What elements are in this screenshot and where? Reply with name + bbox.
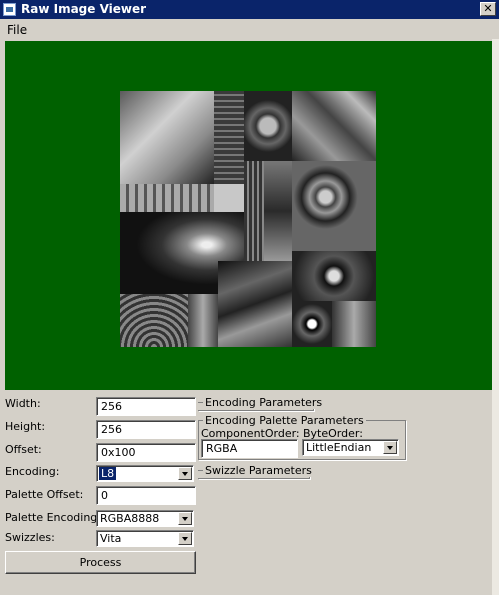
window-edge: [492, 39, 499, 595]
encoding-params-legend: Encoding Parameters: [203, 396, 325, 409]
encoding-label: Encoding:: [5, 465, 60, 478]
byte-order-select[interactable]: LittleEndian: [302, 439, 399, 456]
swizzle-params-legend: Swizzle Parameters: [203, 464, 314, 477]
offset-input[interactable]: 0x100: [96, 443, 196, 462]
component-order-input[interactable]: RGBA: [201, 439, 298, 458]
height-input[interactable]: 256: [96, 420, 196, 439]
width-input[interactable]: 256: [96, 397, 196, 416]
chevron-down-icon[interactable]: [178, 512, 192, 525]
encoding-palette-params-legend: Encoding Palette Parameters: [203, 414, 366, 427]
height-label: Height:: [5, 420, 46, 433]
window-title: Raw Image Viewer: [21, 2, 147, 16]
menu-bar: File: [0, 19, 499, 39]
title-bar: Raw Image Viewer ✕: [0, 0, 499, 19]
chevron-down-icon[interactable]: [178, 467, 192, 480]
chevron-down-icon[interactable]: [178, 532, 192, 545]
swizzles-label: Swizzles:: [5, 531, 55, 544]
image-preview: [5, 41, 492, 390]
byte-order-value: LittleEndian: [306, 441, 372, 454]
palette-offset-input[interactable]: 0: [96, 486, 196, 505]
swizzles-select[interactable]: Vita: [96, 530, 194, 547]
palette-encoding-select[interactable]: RGBA8888: [96, 510, 194, 527]
texture-image: [120, 91, 376, 347]
width-label: Width:: [5, 397, 41, 410]
swizzles-value: Vita: [100, 532, 122, 545]
encoding-value: L8: [99, 467, 117, 480]
palette-offset-label: Palette Offset:: [5, 488, 84, 501]
palette-encoding-label: Palette Encoding:: [5, 511, 101, 524]
offset-label: Offset:: [5, 443, 42, 456]
menu-file[interactable]: File: [7, 23, 27, 37]
palette-encoding-value: RGBA8888: [100, 512, 160, 525]
encoding-select[interactable]: L8: [96, 465, 194, 482]
chevron-down-icon[interactable]: [383, 441, 397, 454]
process-button[interactable]: Process: [5, 551, 196, 574]
window-icon: [3, 3, 16, 16]
close-icon[interactable]: ✕: [480, 2, 496, 16]
